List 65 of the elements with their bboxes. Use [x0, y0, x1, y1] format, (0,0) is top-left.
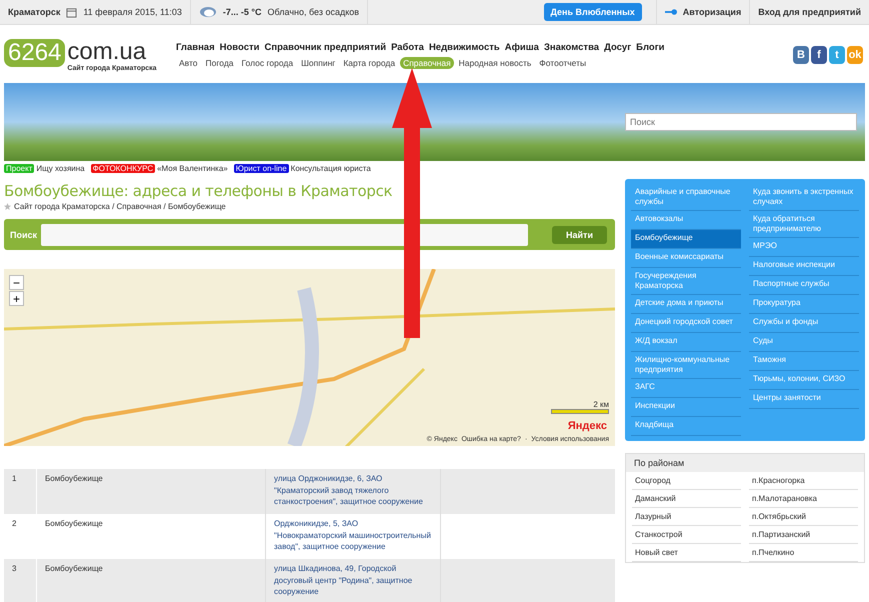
date-time: 11 февраля 2015, 11:03 [83, 7, 182, 17]
panel-title: По районам [626, 454, 864, 472]
promo-link[interactable]: Консультация юриста [290, 164, 371, 173]
nav-link[interactable]: Досуг [604, 42, 632, 52]
promo-badge[interactable]: День Влюбленных [544, 3, 642, 21]
district-link[interactable]: п.Пчелкино [749, 544, 858, 562]
address-link[interactable]: Орджоникидзе, 5, ЗАО "Новокраматорский машиностроительный завод", защитное сооружение [274, 518, 432, 552]
subnav-link[interactable]: Фотоотчеты [536, 56, 590, 68]
district-link[interactable]: п.Партизанский [749, 526, 858, 544]
social-button[interactable]: f [811, 46, 827, 64]
nav-link[interactable]: Афиша [504, 42, 539, 52]
banner-search-field[interactable]: Поиск [625, 113, 857, 131]
promo-link[interactable]: «Моя Валентинка» [157, 164, 228, 173]
category-link[interactable]: Бомбоубежище [631, 230, 741, 249]
star-icon [4, 203, 11, 210]
district-link[interactable]: Даманский [632, 490, 741, 508]
subnav-link[interactable]: Народная новость [456, 56, 534, 68]
promo-link[interactable]: Ищу хозяина [36, 164, 85, 173]
district-link[interactable]: п.Октябрьский [749, 508, 858, 526]
district-link[interactable]: Лазурный [632, 508, 741, 526]
scale-bar [551, 409, 609, 414]
business-login-link[interactable]: Вход для предприятий [758, 7, 861, 17]
cloud-icon [198, 6, 217, 18]
search-label: Поиск [10, 230, 38, 240]
district-link[interactable]: п.Красногорка [749, 472, 858, 490]
nav-link[interactable]: Блоги [636, 42, 665, 52]
subnav-link[interactable]: Авто [176, 56, 201, 68]
nav-link[interactable]: Новости [220, 42, 260, 52]
nav-link[interactable]: Работа [391, 42, 424, 52]
up-arrow-icon [392, 68, 432, 338]
zoom-in-button[interactable]: + [9, 291, 24, 306]
table-cell: Бомбоубежище [36, 559, 266, 602]
key-icon [664, 8, 677, 16]
nav-link[interactable]: Справочник предприятий [264, 42, 386, 52]
nav-link[interactable]: Знакомства [544, 42, 600, 52]
search-button[interactable]: Найти [552, 226, 607, 244]
map-scale-label: 2 км [593, 400, 609, 409]
district-link[interactable]: Станкострой [632, 526, 741, 544]
page-heading: Бомбоубежище: адреса и телефоны в Краматорск [4, 182, 394, 200]
district-link[interactable]: п.Малотарановка [749, 490, 858, 508]
zoom-out-button[interactable]: − [9, 275, 24, 290]
social-button[interactable]: B [793, 46, 809, 64]
calendar-icon [66, 6, 78, 18]
subnav-link[interactable]: Карта города [340, 56, 398, 68]
nav-link[interactable]: Главная [176, 42, 215, 52]
district-link[interactable]: Новый свет [632, 544, 741, 562]
subnav-link[interactable]: Шоппинг [298, 56, 338, 68]
table-cell: 3 [4, 559, 36, 602]
temperature: -7... -5 °C [222, 7, 262, 17]
promo-tag[interactable]: ФОТОКОНКУРС [90, 164, 156, 173]
table-cell: Бомбоубежище [36, 469, 266, 514]
table-cell: 1 [4, 469, 36, 514]
breadcrumb[interactable]: Сайт города Краматорска / Справочная / Бомбоубежище [14, 202, 226, 211]
logo-domain[interactable]: com.ua [67, 38, 157, 64]
subnav-link[interactable]: Погода [202, 56, 237, 68]
map-logo: Яндекс [568, 420, 607, 432]
subnav-link[interactable]: Голос города [238, 56, 296, 68]
weather-text: Облачно, без осадков [268, 7, 360, 17]
login-link[interactable]: Авторизация [682, 7, 742, 17]
city-name: Краматорск [8, 7, 60, 17]
district-link[interactable]: Соцгород [632, 472, 741, 490]
search-field[interactable] [41, 224, 528, 246]
nav-link[interactable]: Недвижимость [428, 42, 500, 52]
table-cell: Бомбоубежище [36, 514, 266, 559]
promo-tag[interactable]: Юрист on-line [234, 164, 289, 173]
